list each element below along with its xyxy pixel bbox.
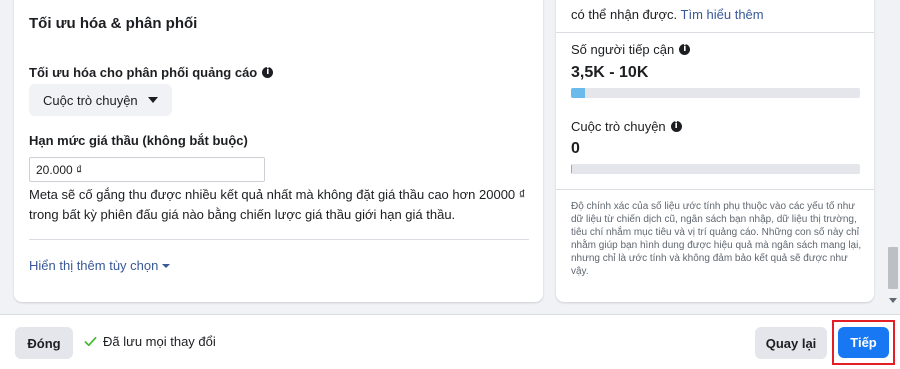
conversations-label: Cuộc trò chuyện i [571,119,682,134]
chevron-down-icon [162,263,171,268]
info-icon[interactable]: i [262,67,274,78]
scrollbar[interactable] [886,0,900,312]
bid-helper-text: Meta sẽ cố gắng thu được nhiều kết quả n… [29,187,526,222]
reach-label: Số người tiếp cận i [571,42,691,57]
caret-down-icon [147,97,158,103]
save-status-text: Đã lưu mọi thay đổi [103,334,216,349]
reach-bar [571,88,860,98]
scrollbar-thumb[interactable] [888,247,898,289]
conversations-label-text: Cuộc trò chuyện [571,119,666,134]
optimization-card: Tối ưu hóa & phân phối Tối ưu hóa cho ph… [14,0,543,302]
delivery-dropdown[interactable]: Cuộc trò chuyện [29,84,172,116]
divider [29,239,529,240]
conversations-value: 0 [571,140,580,157]
reach-bar-fill [571,88,586,98]
show-more-options-link[interactable]: Hiển thị thêm tùy chọn [29,258,171,273]
divider [556,32,874,33]
learn-more-link[interactable]: Tìm hiểu thêm [681,7,764,22]
back-button[interactable]: Quay lại [755,327,827,359]
bid-label: Hạn mức giá thầu (không bắt buộc) [29,133,248,148]
bid-label-text: Hạn mức giá thầu (không bắt buộc) [29,133,248,148]
show-more-label: Hiển thị thêm tùy chọn [29,258,159,273]
close-button[interactable]: Đóng [15,327,73,359]
info-icon[interactable]: i [670,121,682,132]
estimates-card: có thể nhận được. Tìm hiểu thêm Số người… [556,0,874,302]
delivery-label-text: Tối ưu hóa cho phân phối quảng cáo [29,65,258,80]
estimate-disclaimer: Độ chính xác của số liệu ước tính phụ th… [571,201,862,277]
divider [556,189,874,190]
conversations-bar-fill [571,164,573,174]
reach-label-text: Số người tiếp cận [571,42,675,57]
section-title: Tối ưu hóa & phân phối [29,15,198,32]
delivery-label: Tối ưu hóa cho phân phối quảng cáo i [29,65,274,80]
next-button[interactable]: Tiếp [838,327,889,358]
estimate-intro-text: có thể nhận được. [571,7,678,22]
estimate-intro: có thể nhận được. Tìm hiểu thêm [571,7,764,22]
next-button-highlight: Tiếp [832,320,895,365]
delivery-dropdown-value: Cuộc trò chuyện [43,92,138,108]
scroll-down-arrow-icon[interactable] [889,298,897,303]
check-icon [84,336,97,347]
footer-bar: Đóng Đã lưu mọi thay đổi Quay lại Tiếp [0,314,900,369]
reach-value: 3,5K - 10K [571,64,649,81]
save-status: Đã lưu mọi thay đổi [84,334,216,349]
conversations-bar [571,164,860,174]
bid-cap-input[interactable] [29,157,265,182]
info-icon[interactable]: i [679,44,691,55]
